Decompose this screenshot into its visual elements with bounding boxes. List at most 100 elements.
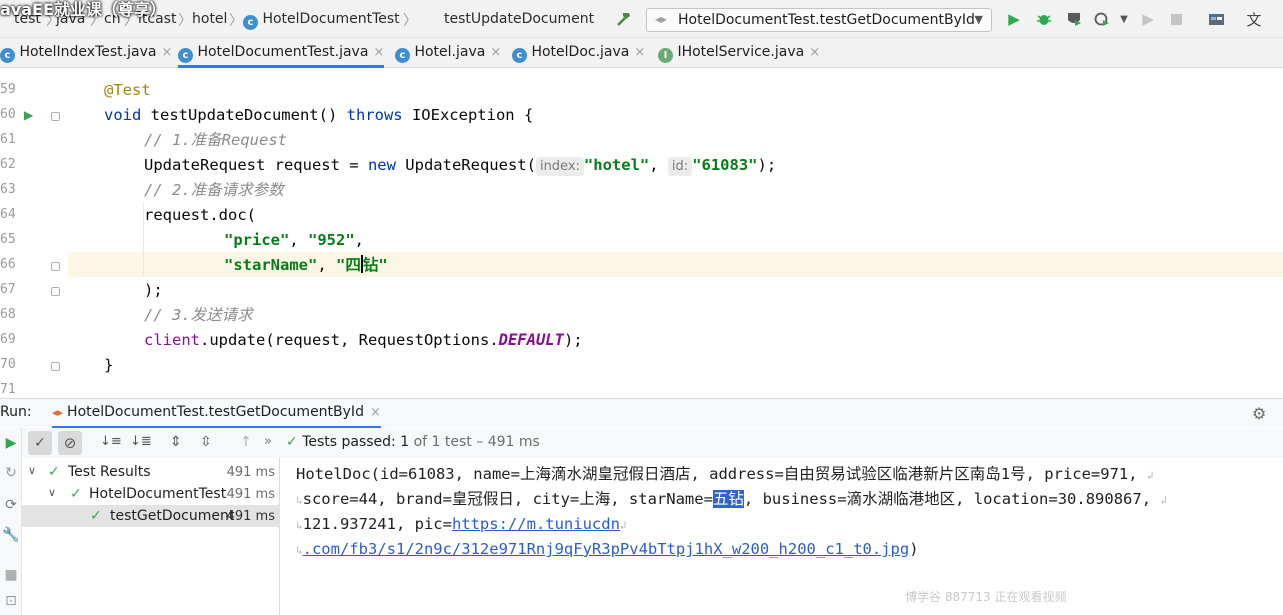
close-icon[interactable]: × — [490, 45, 501, 60]
sort-alphabetically-icon[interactable]: ↓≡ — [100, 434, 122, 449]
console-output[interactable]: HotelDoc(id=61083, name=上海滴水湖皇冠假日酒店, add… — [281, 458, 1283, 615]
wrench-icon[interactable]: 🔧 — [0, 524, 22, 546]
run-panel-header: Run: ◂▸ HotelDocumentTest.testGetDocument… — [0, 398, 1283, 428]
gear-icon[interactable]: ⚙ — [1252, 404, 1266, 423]
code-text: , — [317, 256, 336, 274]
toggle-auto-test-icon[interactable]: ⟳ — [0, 494, 22, 516]
breadcrumb-hotel[interactable]: hotel — [192, 11, 227, 27]
tree-label: testGetDocument — [110, 508, 235, 524]
collapse-all-icon[interactable]: ⇳ — [200, 434, 212, 450]
code-line: // 2.准备请求参数 — [0, 178, 1283, 203]
console-line: ↳121.937241, pic=https://m.tuniucdn↲ — [296, 512, 627, 537]
show-ignored-icon[interactable]: ⊘ — [58, 431, 82, 455]
tree-node-test-method[interactable]: ✓ testGetDocument 491 ms — [22, 505, 280, 527]
breadcrumb-separator: 〉 — [403, 13, 417, 29]
breadcrumb-class[interactable]: c HotelDocumentTest — [243, 11, 400, 30]
stop-icon[interactable]: ■ — [0, 564, 22, 586]
run-tab[interactable]: ◂▸ HotelDocumentTest.testGetDocumentById × — [52, 399, 381, 428]
tab-label: Hotel.java — [414, 44, 486, 60]
project-structure-icon[interactable] — [1206, 9, 1226, 29]
sort-by-duration-icon[interactable]: ↓≣ — [130, 434, 152, 449]
comment: // 1.准备Request — [144, 131, 287, 149]
run-configuration-selector[interactable]: ◂▸ HotelDocumentTest.testGetDocumentById… — [646, 8, 992, 32]
console-line: HotelDoc(id=61083, name=上海滴水湖皇冠假日酒店, add… — [296, 462, 1154, 487]
status-rest: of 1 test – 491 ms — [413, 434, 540, 450]
close-icon[interactable]: × — [809, 45, 820, 60]
soft-wrap-icon: ↳ — [296, 544, 303, 557]
code-line: @Test — [0, 78, 1283, 103]
tab-label: HotelIndexTest.java — [19, 44, 157, 60]
string-literal: "四 — [336, 256, 361, 274]
string-literal: "hotel" — [583, 156, 650, 174]
debug-icon[interactable] — [1034, 9, 1054, 29]
breadcrumb-method[interactable]: testUpdateDocument — [444, 11, 594, 27]
editor-tabs: c HotelIndexTest.java × c HotelDocumentTe… — [0, 38, 1283, 68]
soft-wrap-icon: ↲ — [1146, 469, 1154, 482]
previous-failed-icon[interactable]: ↑ — [240, 434, 252, 450]
code-text: , — [649, 156, 668, 174]
field-client: client — [144, 331, 200, 349]
selected-text: 五钻 — [712, 490, 744, 508]
breadcrumb-class-label: HotelDocumentTest — [262, 11, 400, 27]
tab-hotel-doc[interactable]: c HotelDoc.java × — [512, 38, 645, 68]
exception-type: IOException { — [402, 106, 534, 124]
coverage-icon[interactable] — [1064, 9, 1084, 29]
soft-wrap-icon: ↳ — [296, 519, 303, 532]
console-text: ) — [909, 540, 919, 558]
profile-icon[interactable] — [1092, 9, 1112, 29]
breadcrumb-separator: 〉 — [178, 13, 192, 29]
close-icon[interactable]: × — [634, 45, 645, 60]
camera-icon[interactable]: ⊡ — [0, 590, 22, 612]
tree-label: Test Results — [68, 464, 151, 480]
tree-node-test-class[interactable]: ∨ ✓ HotelDocumentTest 491 ms — [22, 483, 280, 505]
resume-icon[interactable]: ▶ — [1138, 9, 1158, 29]
code-text: ); — [757, 156, 777, 174]
keyword-new: new — [367, 156, 396, 174]
tree-node-test-results[interactable]: ∨ ✓ Test Results 491 ms — [22, 461, 280, 483]
chevron-down-icon[interactable]: ▼ — [1114, 9, 1134, 29]
soft-wrap-icon: ↳ — [296, 494, 303, 507]
code-editor[interactable]: 59 60 61 62 63 64 65 66 67 68 69 70 71 ▶… — [0, 68, 1283, 398]
video-watermark: 博学谷 887713 正在观看视频 — [905, 590, 1067, 604]
code-line: } — [0, 353, 1283, 378]
video-overlay-title: avaEE就业课（尊享） — [0, 0, 166, 19]
code-line: UpdateRequest request = new UpdateReques… — [0, 153, 1283, 178]
chevron-down-icon: ∨ — [28, 464, 37, 477]
url-link[interactable]: .com/fb3/s1/2n9c/312e971Rnj9qFyR3pPv4bTt… — [303, 540, 910, 558]
tab-hotel-document-test[interactable]: c HotelDocumentTest.java × — [178, 38, 385, 68]
run-toolbar: ✓ ⊘ ↓≡ ↓≣ ⇕ ⇳ ↑ » ✓ Tests passed: 1 of 1… — [0, 428, 1283, 458]
tab-hotel-index-test[interactable]: c HotelIndexTest.java × — [0, 38, 172, 68]
close-icon[interactable]: × — [161, 45, 172, 60]
code-text: , — [354, 231, 365, 249]
expand-all-icon[interactable]: ⇕ — [170, 434, 182, 450]
translate-icon[interactable]: 文 — [1244, 9, 1264, 29]
code-text: request.doc( — [144, 206, 256, 224]
stop-icon[interactable] — [1166, 9, 1186, 29]
url-link[interactable]: https://m.tuniucdn — [452, 515, 620, 533]
string-literal: 钻" — [362, 256, 388, 274]
parameter-hint: index: — [535, 157, 584, 176]
more-icon[interactable]: » — [264, 434, 272, 449]
close-icon[interactable]: × — [373, 45, 384, 60]
code-line: void testUpdateDocument() throws IOExcep… — [0, 103, 1283, 128]
rerun-icon[interactable]: ▶ — [0, 432, 22, 454]
rerun-failed-icon[interactable]: ↻ — [0, 462, 22, 484]
code-text: } — [104, 356, 114, 374]
chevron-down-icon: ∨ — [48, 486, 57, 499]
code-text: UpdateRequest request = — [144, 156, 368, 174]
build-hammer-icon[interactable] — [614, 9, 634, 29]
soft-wrap-icon: ↲ — [1160, 494, 1168, 507]
test-config-icon: ◂▸ — [655, 12, 668, 26]
soft-wrap-icon: ↲ — [619, 519, 627, 532]
close-icon[interactable]: × — [370, 405, 381, 420]
console-text: 121.937241, pic= — [302, 515, 452, 533]
tab-ihotel-service[interactable]: I IHotelService.java × — [658, 38, 820, 68]
run-icon[interactable]: ▶ — [1004, 9, 1024, 29]
line-number: 71 — [0, 382, 16, 397]
show-passed-icon[interactable]: ✓ — [28, 431, 52, 455]
check-icon: ✓ — [90, 508, 102, 524]
string-literal: "starName" — [224, 256, 318, 274]
parameter-hint: id: — [667, 157, 693, 176]
tab-hotel[interactable]: c Hotel.java × — [395, 38, 501, 68]
test-status: ✓ Tests passed: 1 of 1 test – 491 ms — [286, 434, 540, 450]
